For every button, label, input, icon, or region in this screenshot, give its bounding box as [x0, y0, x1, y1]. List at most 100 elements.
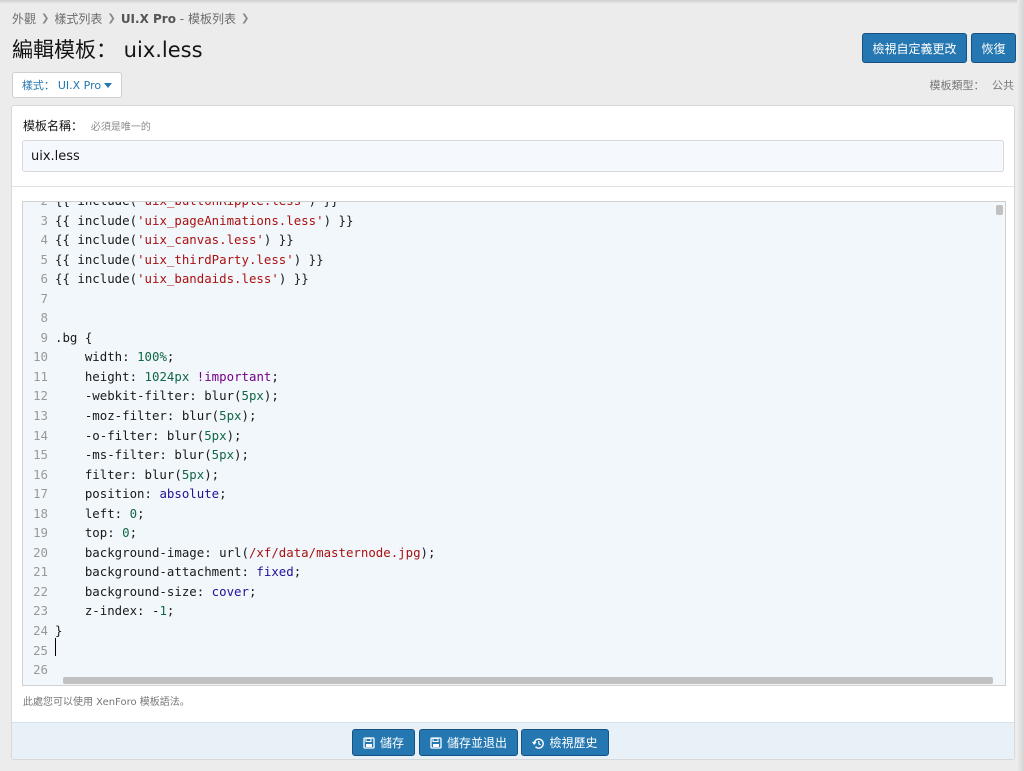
code-line: 14 -o-filter: blur(5px); — [23, 426, 1003, 446]
view-history-button[interactable]: 檢視歷史 — [521, 729, 609, 756]
code-line: 5 {{ include('uix_thirdParty.less') }} — [23, 250, 1003, 270]
save-button[interactable]: 儲存 — [352, 729, 415, 756]
save-and-exit-button[interactable]: 儲存並退出 — [419, 729, 518, 756]
line-content: z-index: -1; — [55, 603, 175, 619]
code-line: 4 {{ include('uix_canvas.less') }} — [23, 230, 1003, 250]
line-content: {{ include('uix_bandaids.less') }} — [55, 271, 309, 287]
syntax-note: 此處您可以使用 XenForo 模板語法。 — [23, 697, 190, 708]
line-number: 12 — [33, 388, 48, 404]
view-history-button-label: 檢視歷史 — [549, 736, 598, 750]
code-line: 21 background-attachment: fixed; — [23, 562, 1003, 582]
line-number: 4 — [40, 232, 48, 248]
code-editor[interactable]: 2{{ include('uix_buttonRipple.less') }}3… — [22, 201, 1006, 686]
line-content: {{ include('uix_pageAnimations.less') }} — [55, 212, 354, 228]
code-line: 15 -ms-filter: blur(5px); — [23, 445, 1003, 465]
breadcrumb: 外觀 ❯ 樣式列表 ❯ UI.X Pro - 模板列表 ❯ — [12, 10, 254, 27]
line-content: -webkit-filter: blur(5px); — [55, 388, 279, 404]
line-content: -moz-filter: blur(5px); — [55, 408, 257, 424]
code-line: 12 -webkit-filter: blur(5px); — [23, 386, 1003, 406]
line-number: 20 — [33, 544, 48, 560]
line-number: 13 — [33, 408, 48, 424]
line-content: left: 0; — [55, 505, 145, 521]
code-line: 16 filter: blur(5px); — [23, 465, 1003, 485]
chevron-right-icon: ❯ — [240, 13, 250, 24]
line-number: 21 — [33, 564, 48, 580]
save-icon — [430, 736, 442, 749]
line-content: position: absolute; — [55, 486, 227, 502]
code-line: 18 left: 0; — [23, 504, 1003, 524]
vertical-scrollbar[interactable] — [995, 203, 1004, 676]
code-line: 22 background-size: cover; — [23, 582, 1003, 602]
line-number: 18 — [33, 505, 48, 521]
text-cursor — [55, 638, 56, 656]
breadcrumb-item-style-templates[interactable]: UI.X Pro - 模板列表 — [121, 10, 236, 27]
style-selector-label: 樣式： — [21, 79, 55, 92]
save-icon — [363, 736, 375, 749]
line-number: 11 — [33, 368, 48, 384]
line-number: 2 — [23, 202, 48, 211]
code-line: 11 height: 1024px !important; — [23, 367, 1003, 387]
code-line: 13 -moz-filter: blur(5px); — [23, 406, 1003, 426]
line-content: background-size: cover; — [55, 583, 257, 599]
save-and-exit-button-label: 儲存並退出 — [446, 736, 507, 750]
template-type-value: 公共 — [992, 79, 1014, 92]
template-type: 模板類型： 公共 — [930, 77, 1015, 93]
history-icon — [532, 737, 545, 749]
line-content: width: 100%; — [55, 349, 175, 365]
line-number: 15 — [33, 447, 48, 463]
line-content: {{ include('uix_canvas.less') }} — [55, 232, 294, 248]
code-line: 19 top: 0; — [23, 523, 1003, 543]
template-name-input[interactable]: uix.less — [22, 140, 1004, 172]
window-right-edge — [1017, 0, 1024, 771]
code-line: 24} — [23, 621, 1003, 641]
style-selector[interactable]: 樣式： UI.X Pro — [12, 72, 122, 98]
line-number: 7 — [40, 290, 48, 306]
section-divider — [12, 186, 1014, 187]
template-edit-form: 模板名稱： 必須是唯一的 uix.less 2 {{ include('uix_b… — [11, 105, 1015, 760]
chevron-right-icon: ❯ — [41, 13, 50, 24]
line-number: 14 — [33, 427, 48, 443]
code-line: 17 position: absolute; — [23, 484, 1003, 504]
vertical-scrollbar-thumb[interactable] — [996, 205, 1003, 215]
line-content: filter: blur(5px); — [55, 466, 220, 482]
revert-button[interactable]: 恢復 — [971, 33, 1016, 63]
code-line: 8 — [23, 308, 1003, 328]
line-number: 25 — [33, 642, 48, 658]
chevron-right-icon: ❯ — [107, 13, 116, 24]
line-content: height: 1024px !important; — [55, 368, 279, 384]
template-type-label: 模板類型： — [929, 79, 985, 92]
line-number: 24 — [33, 623, 48, 639]
line-number: 16 — [33, 466, 48, 482]
breadcrumb-item-appearance[interactable]: 外觀 — [12, 10, 36, 27]
line-number: 10 — [33, 349, 48, 365]
line-number: 19 — [33, 525, 48, 541]
breadcrumb-style-name: UI.X Pro — [120, 12, 176, 26]
line-number: 6 — [40, 271, 48, 287]
code-line: 23 z-index: -1; — [23, 601, 1003, 621]
line-number: 3 — [40, 212, 48, 228]
code-lines: 2{{ include('uix_buttonRipple.less') }}3… — [23, 202, 1003, 680]
code-line: 7 — [23, 289, 1003, 309]
code-line: 10 width: 100%; — [23, 347, 1003, 367]
line-content: {{ include('uix_buttonRipple.less') }} — [55, 202, 338, 211]
line-number: 26 — [33, 662, 48, 678]
horizontal-scrollbar[interactable] — [63, 677, 993, 684]
breadcrumb-item-styles[interactable]: 樣式列表 — [54, 10, 102, 27]
line-content: background-attachment: fixed; — [55, 564, 302, 580]
style-selector-value: UI.X Pro — [57, 78, 102, 92]
line-content: top: 0; — [55, 525, 138, 541]
line-content: } — [55, 623, 63, 639]
line-number: 23 — [33, 603, 48, 619]
save-button-label: 儲存 — [379, 736, 404, 750]
form-footer: 儲存 儲存並退出 檢視歷史 — [12, 722, 1014, 759]
breadcrumb-joiner: - — [179, 12, 185, 26]
line-content: {{ include('uix_thirdParty.less') }} — [55, 251, 324, 267]
line-content: -o-filter: blur(5px); — [55, 427, 242, 443]
template-name-label: 模板名稱： 必須是唯一的 — [23, 117, 151, 134]
code-line: 3 {{ include('uix_pageAnimations.less') }… — [23, 211, 1003, 231]
template-name-hint: 必須是唯一的 — [90, 122, 151, 133]
line-number: 9 — [40, 329, 48, 345]
view-customized-changes-button[interactable]: 檢視自定義更改 — [862, 33, 967, 63]
line-content: background-image: url(/xf/data/masternod… — [55, 544, 436, 560]
line-content: .bg { — [55, 329, 93, 345]
